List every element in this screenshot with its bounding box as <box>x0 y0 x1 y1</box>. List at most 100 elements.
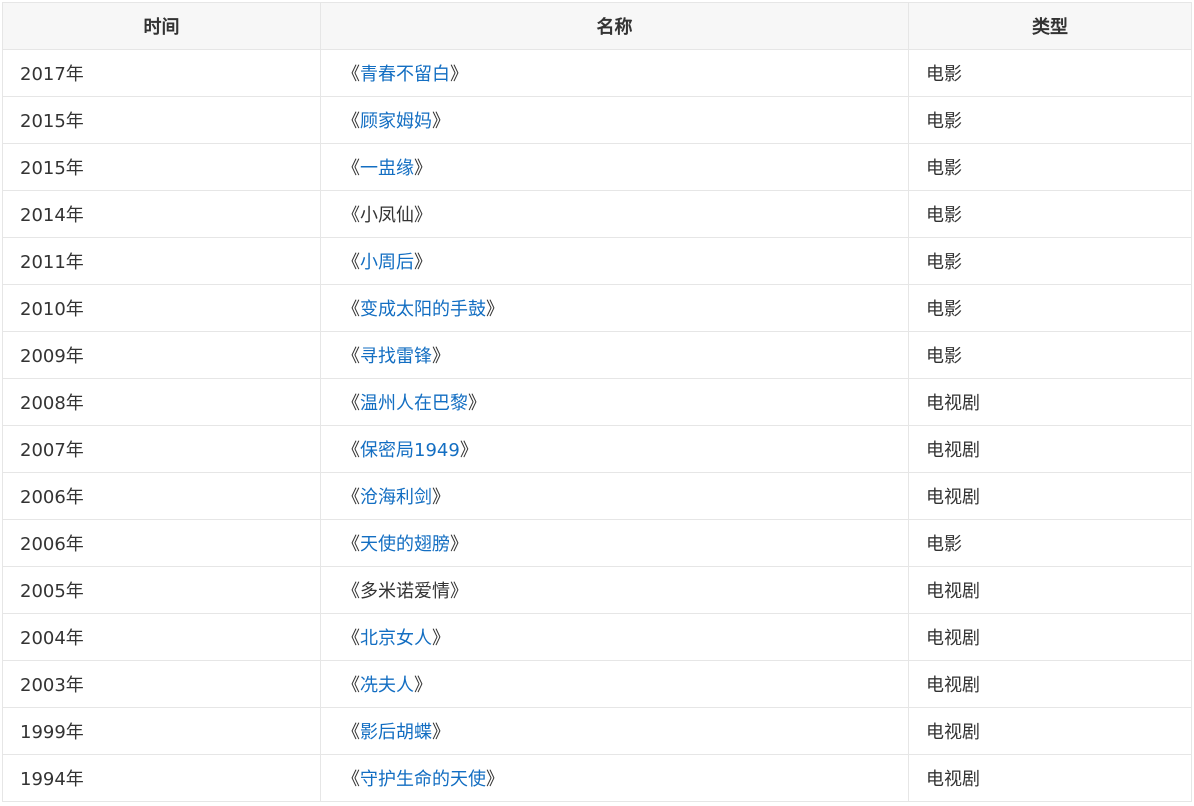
table-row: 2017年 《青春不留白》 电影 <box>2 49 1192 97</box>
title-close-bracket: 》 <box>414 252 432 273</box>
title-open-bracket: 《 <box>342 346 360 367</box>
header-time: 时间 <box>2 2 321 50</box>
title-close-bracket: 》 <box>432 487 450 508</box>
table-row: 2009年 《寻找雷锋》 电影 <box>2 331 1192 379</box>
cell-year: 2015年 <box>2 143 321 191</box>
title-open-bracket: 《 <box>342 628 360 649</box>
title-close-bracket: 》 <box>414 675 432 696</box>
cell-title: 《小周后》 <box>320 237 909 285</box>
title-close-bracket: 》 <box>414 205 432 226</box>
cell-title: 《小凤仙》 <box>320 190 909 238</box>
title-close-bracket: 》 <box>414 158 432 179</box>
title-open-bracket: 《 <box>342 534 360 555</box>
table-header: 时间 名称 类型 <box>2 2 1192 50</box>
table-row: 1999年 《影后胡蝶》 电视剧 <box>2 707 1192 755</box>
cell-title: 《北京女人》 <box>320 613 909 661</box>
title-link[interactable]: 一盅缘 <box>360 158 414 179</box>
title-open-bracket: 《 <box>342 111 360 132</box>
cell-title: 《变成太阳的手鼓》 <box>320 284 909 332</box>
table-row: 1994年 《守护生命的天使》 电视剧 <box>2 754 1192 802</box>
cell-year: 2006年 <box>2 472 321 520</box>
table-row: 2010年 《变成太阳的手鼓》 电影 <box>2 284 1192 332</box>
cell-type: 电影 <box>908 143 1192 191</box>
title-link[interactable]: 守护生命的天使 <box>360 769 486 790</box>
title-link[interactable]: 保密局1949 <box>360 440 460 461</box>
cell-type: 电影 <box>908 190 1192 238</box>
cell-title: 《沧海利剑》 <box>320 472 909 520</box>
title-close-bracket: 》 <box>450 581 468 602</box>
title-open-bracket: 《 <box>342 722 360 743</box>
title-link[interactable]: 沧海利剑 <box>360 487 432 508</box>
title-link[interactable]: 影后胡蝶 <box>360 722 432 743</box>
cell-year: 2003年 <box>2 660 321 708</box>
cell-type: 电影 <box>908 237 1192 285</box>
cell-title: 《温州人在巴黎》 <box>320 378 909 426</box>
table-row: 2008年 《温州人在巴黎》 电视剧 <box>2 378 1192 426</box>
title-text: 小凤仙 <box>360 205 414 226</box>
table-row: 2003年 《冼夫人》 电视剧 <box>2 660 1192 708</box>
title-close-bracket: 》 <box>432 111 450 132</box>
title-link[interactable]: 小周后 <box>360 252 414 273</box>
title-link[interactable]: 冼夫人 <box>360 675 414 696</box>
cell-title: 《保密局1949》 <box>320 425 909 473</box>
table-row: 2007年 《保密局1949》 电视剧 <box>2 425 1192 473</box>
cell-title: 《一盅缘》 <box>320 143 909 191</box>
table-row: 2004年 《北京女人》 电视剧 <box>2 613 1192 661</box>
title-open-bracket: 《 <box>342 205 360 226</box>
title-open-bracket: 《 <box>342 769 360 790</box>
cell-type: 电影 <box>908 331 1192 379</box>
header-row: 时间 名称 类型 <box>2 2 1192 50</box>
cell-year: 2005年 <box>2 566 321 614</box>
table-row: 2015年 《顾家姆妈》 电影 <box>2 96 1192 144</box>
cell-title: 《影后胡蝶》 <box>320 707 909 755</box>
works-table: 时间 名称 类型 2017年 《青春不留白》 电影 2015年 《顾家姆妈》 电影 2015… <box>2 2 1192 802</box>
cell-year: 2006年 <box>2 519 321 567</box>
cell-type: 电影 <box>908 96 1192 144</box>
title-link[interactable]: 青春不留白 <box>360 64 450 85</box>
cell-year: 2017年 <box>2 49 321 97</box>
cell-title: 《守护生命的天使》 <box>320 754 909 802</box>
title-link[interactable]: 北京女人 <box>360 628 432 649</box>
cell-type: 电视剧 <box>908 613 1192 661</box>
title-close-bracket: 》 <box>432 722 450 743</box>
title-text: 多米诺爱情 <box>360 581 450 602</box>
cell-type: 电影 <box>908 49 1192 97</box>
cell-year: 1999年 <box>2 707 321 755</box>
cell-type: 电视剧 <box>908 425 1192 473</box>
title-open-bracket: 《 <box>342 487 360 508</box>
title-close-bracket: 》 <box>468 393 486 414</box>
cell-year: 1994年 <box>2 754 321 802</box>
title-close-bracket: 》 <box>459 440 478 461</box>
title-link[interactable]: 天使的翅膀 <box>360 534 450 555</box>
header-type: 类型 <box>908 2 1192 50</box>
cell-title: 《寻找雷锋》 <box>320 331 909 379</box>
cell-type: 电视剧 <box>908 660 1192 708</box>
title-link[interactable]: 变成太阳的手鼓 <box>360 299 486 320</box>
table-row: 2014年 《小凤仙》 电影 <box>2 190 1192 238</box>
cell-title: 《青春不留白》 <box>320 49 909 97</box>
title-open-bracket: 《 <box>342 581 360 602</box>
title-link[interactable]: 温州人在巴黎 <box>360 393 468 414</box>
cell-type: 电视剧 <box>908 472 1192 520</box>
cell-type: 电视剧 <box>908 754 1192 802</box>
title-open-bracket: 《 <box>342 252 360 273</box>
title-close-bracket: 》 <box>432 628 450 649</box>
title-link[interactable]: 寻找雷锋 <box>360 346 432 367</box>
title-open-bracket: 《 <box>342 440 360 461</box>
cell-title: 《顾家姆妈》 <box>320 96 909 144</box>
title-link[interactable]: 顾家姆妈 <box>360 111 432 132</box>
cell-type: 电视剧 <box>908 707 1192 755</box>
table-row: 2006年 《沧海利剑》 电视剧 <box>2 472 1192 520</box>
cell-type: 电视剧 <box>908 378 1192 426</box>
cell-year: 2011年 <box>2 237 321 285</box>
title-open-bracket: 《 <box>342 64 360 85</box>
title-open-bracket: 《 <box>342 675 360 696</box>
cell-year: 2015年 <box>2 96 321 144</box>
cell-year: 2014年 <box>2 190 321 238</box>
cell-title: 《冼夫人》 <box>320 660 909 708</box>
table-row: 2011年 《小周后》 电影 <box>2 237 1192 285</box>
title-open-bracket: 《 <box>342 393 360 414</box>
title-open-bracket: 《 <box>342 299 360 320</box>
table-body: 2017年 《青春不留白》 电影 2015年 《顾家姆妈》 电影 2015年 《一盅缘》 电影 2… <box>2 49 1192 802</box>
table-row: 2006年 《天使的翅膀》 电影 <box>2 519 1192 567</box>
